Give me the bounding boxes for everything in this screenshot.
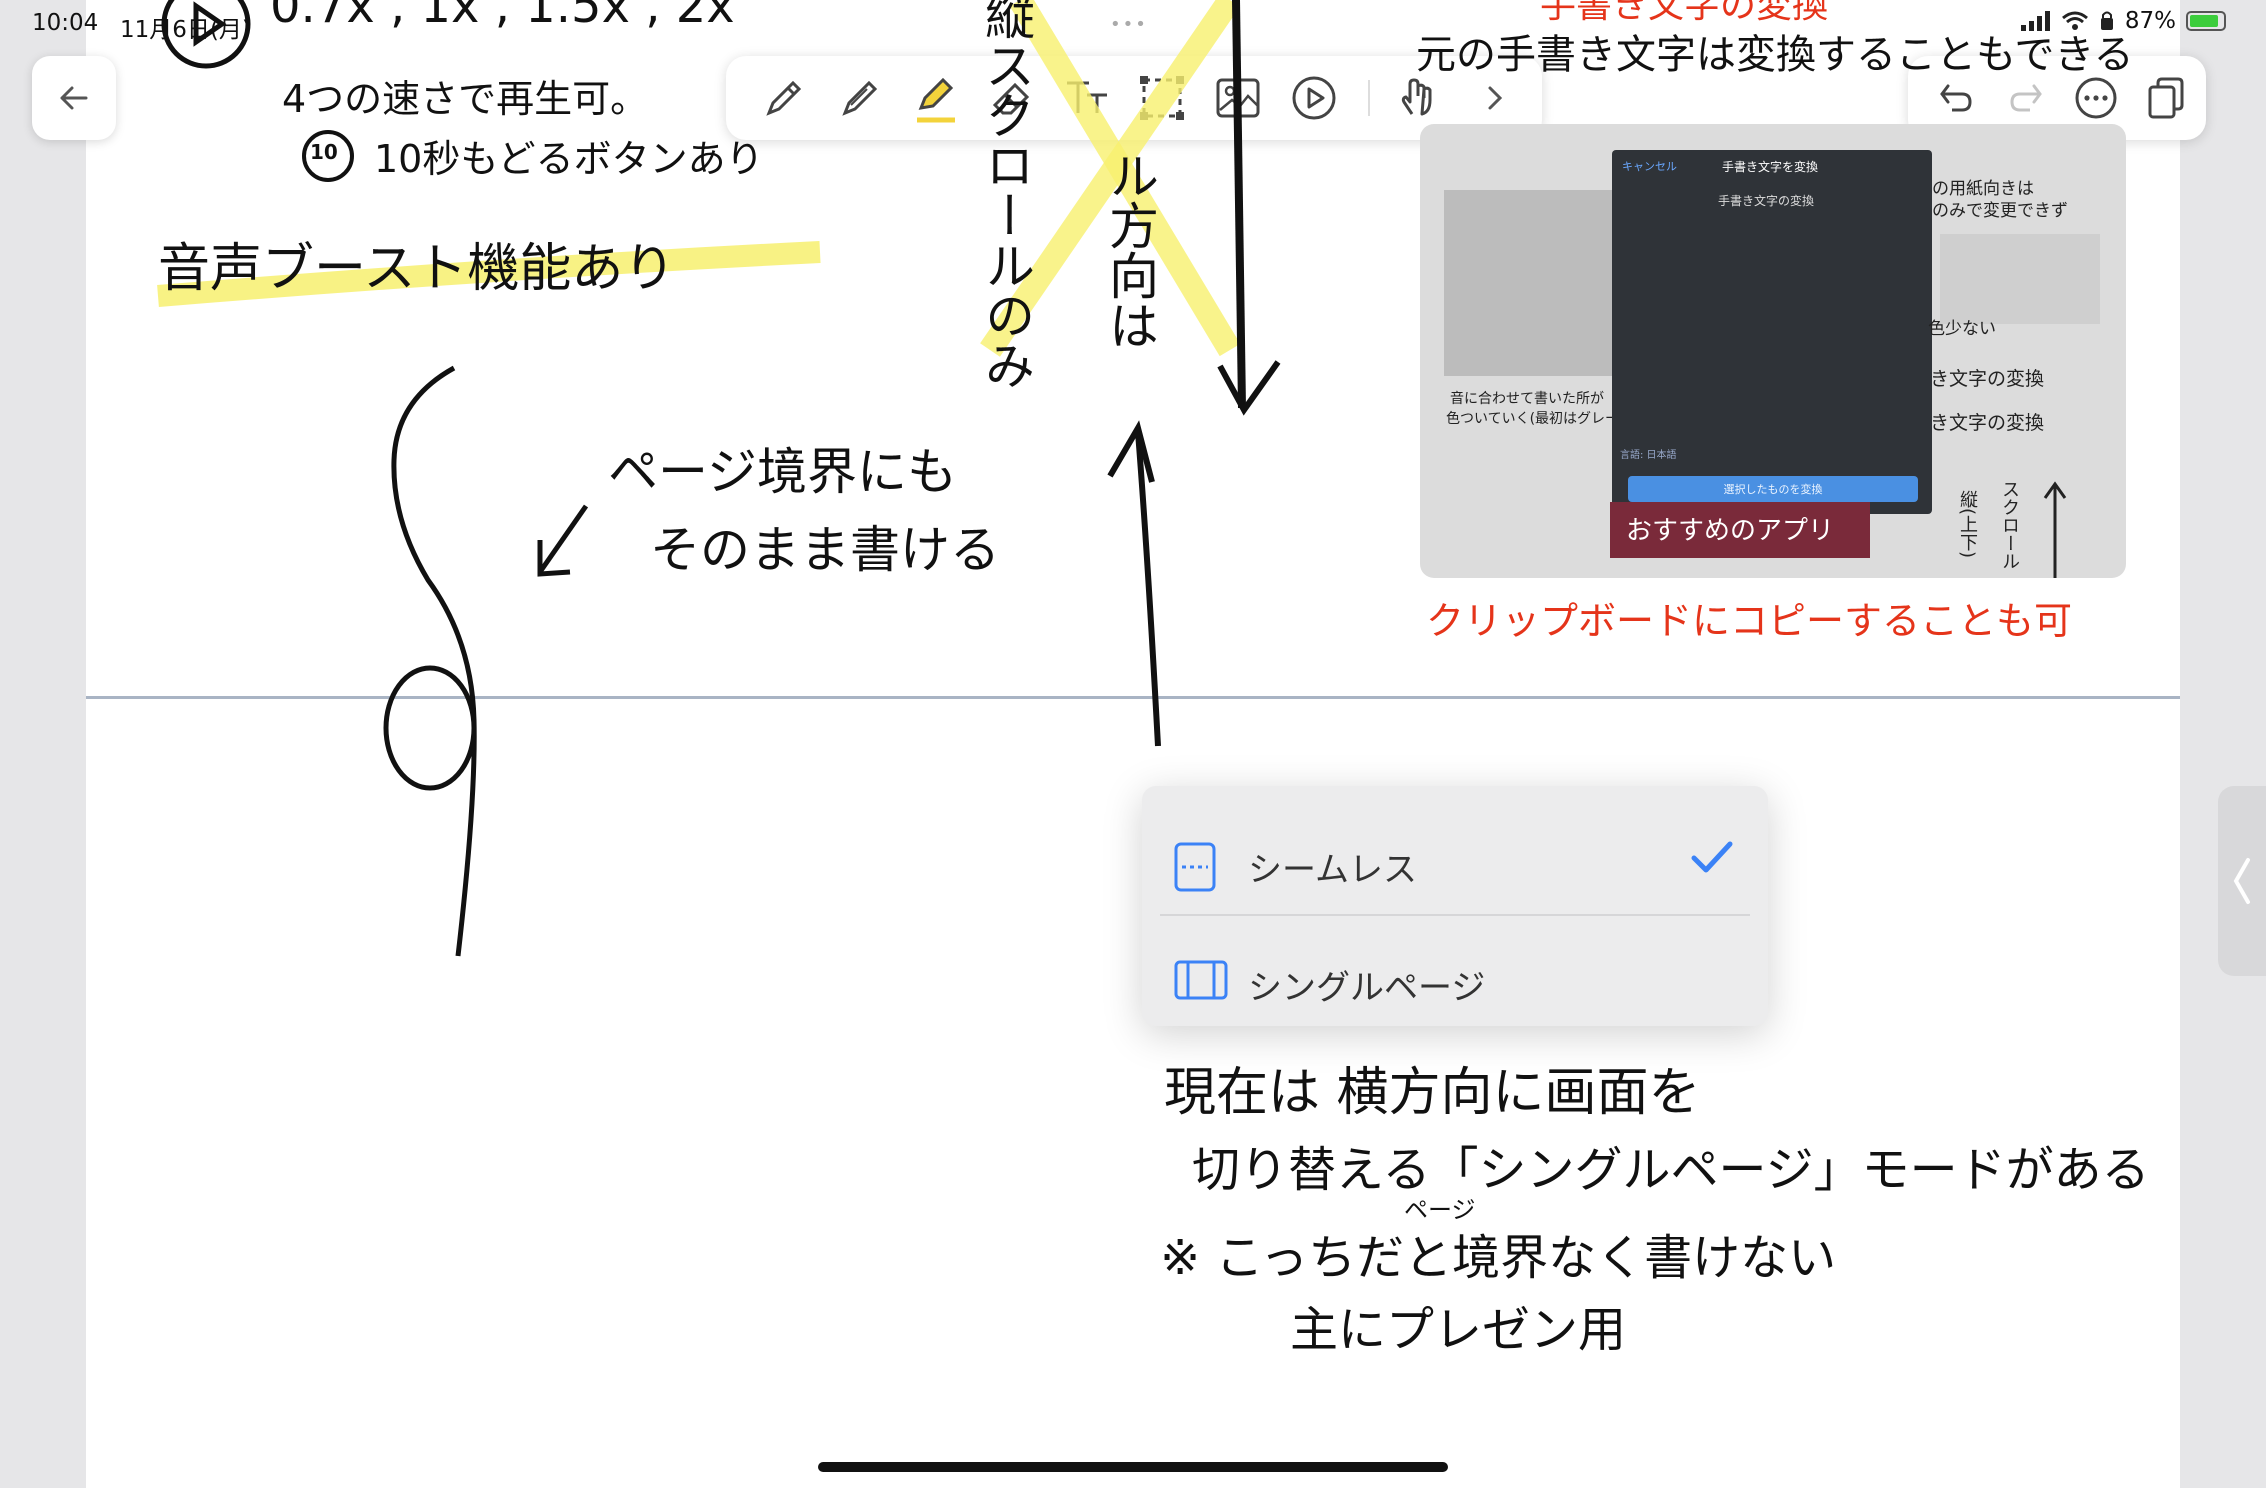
page-boundary-note-1: ページ境界にも xyxy=(608,443,957,501)
screenshot-side-note-2: のみで変更できず xyxy=(1932,201,2068,221)
top-right-note: 元の手書き文字は変換することもできる xyxy=(1416,32,2134,78)
seamless-page-icon xyxy=(1174,842,1216,892)
screenshot-note-bottom-1: 音に合わせて書いた所が xyxy=(1450,391,1604,407)
rewind-note: 10秒もどるボタンあり xyxy=(374,137,764,181)
current-note-2: 切り替える「シングルページ」モードがある xyxy=(1192,1142,2150,1198)
play-triangle-drawing xyxy=(193,1,227,47)
screenshot-side-note-3: き文字の変換 xyxy=(1930,368,2045,390)
horizontal-is-note: ル方向は xyxy=(1101,150,1159,350)
screenshot-thumb xyxy=(1444,190,1616,376)
down-arrow-line xyxy=(1232,0,1246,409)
screenshot-vertical-label: 縦(上下) xyxy=(1957,490,1978,559)
diagonal-arrow-line xyxy=(537,504,589,574)
screenshot-up-arrow-icon xyxy=(2043,481,2067,578)
option-single-page-label: シングルページ xyxy=(1248,968,1486,1008)
screenshot-side-note-4: き文字の変換 xyxy=(1930,412,2045,434)
screenshot-note-bottom-2: 色ついていく(最初はグレー xyxy=(1446,411,1620,427)
current-note-4: 主にプレゼン用 xyxy=(1290,1302,1627,1358)
four-speeds-note: 4つの速さで再生可。 xyxy=(282,77,649,121)
screenshot-side-note-5: 色少ない xyxy=(1928,319,1996,339)
option-single-page[interactable]: シングルページ xyxy=(1142,920,1768,1036)
speeds-note: 0.7x , 1x , 1.5x , 2x xyxy=(270,0,735,34)
single-page-icon xyxy=(1174,960,1228,1000)
selected-check-icon xyxy=(1691,841,1733,873)
current-note-3: ※ こっちだと境界なく書けない xyxy=(1160,1230,1837,1286)
recommend-banner: おすすめのアプリ xyxy=(1610,502,1870,558)
chevron-left-icon xyxy=(2233,858,2250,904)
page-boundary-note-2: そのまま書ける xyxy=(650,521,1000,579)
down-arrow-head xyxy=(1217,360,1281,416)
color-palette-thumb xyxy=(1940,234,2100,324)
dialog-actions: 選択したものを変換 テキストをクリップボードにコピー xyxy=(1612,150,1932,527)
voice-boost-note: 音声ブースト機能あり xyxy=(158,239,676,299)
option-seamless[interactable]: シームレス xyxy=(1142,802,1768,918)
home-indicator[interactable] xyxy=(818,1462,1448,1472)
convert-selected-button[interactable]: 選択したものを変換 xyxy=(1628,476,1918,502)
loop-stroke xyxy=(383,665,477,791)
embedded-screenshot[interactable]: 音に合わせて書いた所が 色ついていく(最初はグレー キャンセル 手書き文字を変換… xyxy=(1420,124,2126,578)
option-seamless-label: シームレス xyxy=(1248,850,1417,890)
wavy-stroke xyxy=(391,365,477,957)
clipboard-note: クリップボードにコピーすることも可 xyxy=(1426,599,2073,643)
rewind-badge: 10 xyxy=(310,140,338,164)
up-arrow-line xyxy=(1135,431,1161,747)
current-note-1: 現在は 横方向に画面を xyxy=(1164,1063,1701,1123)
up-arrow-head xyxy=(1107,420,1155,483)
screenshot-scroll-label: スクロール xyxy=(1999,480,2020,570)
side-panel-tab[interactable] xyxy=(2218,786,2266,976)
popover-separator xyxy=(1160,914,1750,916)
page-mode-popover: シームレス シングルページ xyxy=(1142,786,1768,1026)
top-right-red-note: 手書き文字の変換 xyxy=(1540,0,1829,26)
vertical-only-note: 縦スクロールのみ xyxy=(977,0,1035,390)
